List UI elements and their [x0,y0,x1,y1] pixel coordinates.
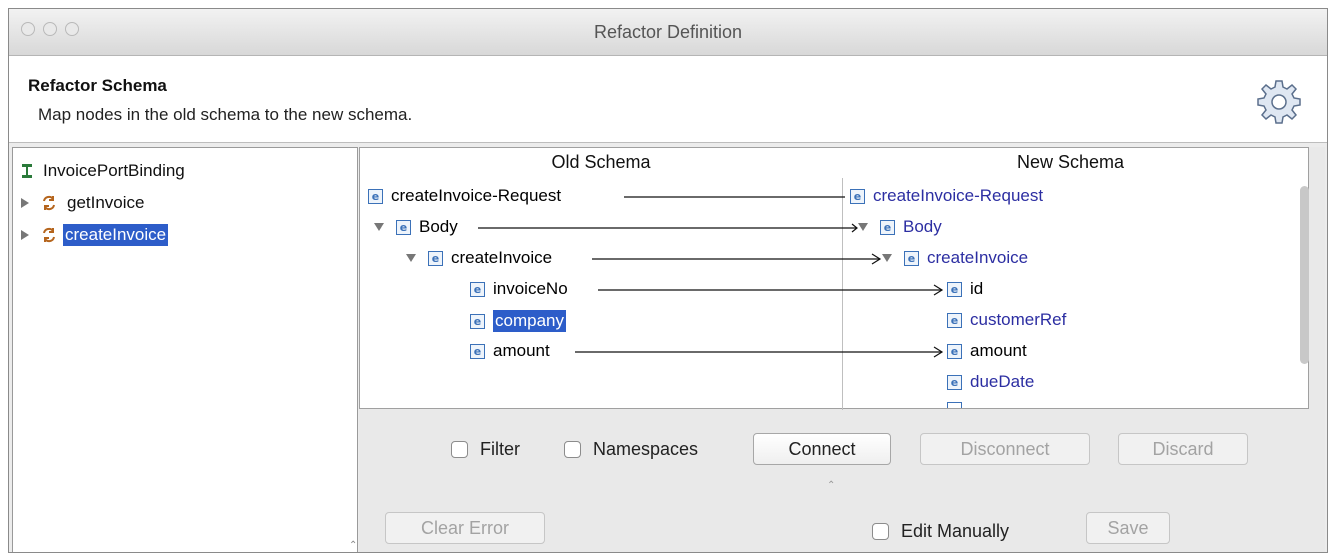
tree-item-label-selected: createInvoice [63,224,169,246]
partially-hidden-node [947,402,1247,408]
edit-manually-checkbox[interactable]: Edit Manually [872,521,1009,542]
old-node-invoiceno[interactable]: e invoiceNo [470,279,568,299]
operation-icon [43,227,55,243]
checkbox-box[interactable] [451,441,468,458]
old-node-createinvoice-request[interactable]: e createInvoice-Request [368,186,561,206]
old-node-label: Body [419,217,458,236]
element-icon: e [947,343,962,359]
schema-mapping-panel: Old Schema New Schema e createInvoice-Re… [359,147,1309,410]
refactor-definition-window: Refactor Definition Refactor Schema Map … [8,8,1328,553]
clear-error-button[interactable]: Clear Error [385,512,545,544]
header-subtitle: Map nodes in the old schema to the new s… [38,105,413,124]
new-node-createinvoice[interactable]: e createInvoice [882,248,1028,268]
element-icon: e [470,343,485,359]
new-node-label: createInvoice [927,248,1029,267]
old-node-body[interactable]: e Body [374,217,458,237]
save-button[interactable]: Save [1086,512,1170,544]
new-node-label: amount [970,341,1027,360]
old-node-label: invoiceNo [493,279,568,298]
discard-button[interactable]: Discard [1118,433,1248,465]
new-node-label: dueDate [970,372,1035,391]
disconnect-button[interactable]: Disconnect [920,433,1090,465]
element-icon: e [947,374,962,390]
element-icon: e [470,313,485,329]
new-node-label: createInvoice-Request [873,186,1044,205]
binding-icon [22,164,32,178]
resize-handle-icon[interactable]: ⌃ [827,480,835,491]
old-node-label-selected: company [493,310,566,332]
collapse-arrow-icon[interactable] [858,223,868,231]
title-bar: Refactor Definition [9,9,1327,56]
new-node-label: Body [903,217,942,236]
checkbox-box[interactable] [872,523,889,540]
tree-item-createinvoice[interactable]: createInvoice [21,220,169,250]
new-node-body[interactable]: e Body [858,217,942,237]
tree-root[interactable]: InvoicePortBinding [21,156,185,186]
expand-arrow-icon[interactable] [21,230,29,240]
old-node-amount[interactable]: e amount [470,341,550,361]
new-node-label: customerRef [970,310,1067,329]
new-node-amount[interactable]: e amount [947,341,1027,361]
old-node-label: createInvoice-Request [391,186,562,205]
expand-arrow-icon[interactable] [21,198,29,208]
collapse-arrow-icon[interactable] [406,254,416,262]
old-node-company[interactable]: e company [470,310,566,332]
collapse-arrow-icon[interactable] [374,223,384,231]
new-node-duedate[interactable]: e dueDate [947,372,1034,392]
element-icon: e [880,219,895,235]
element-icon: e [947,312,962,328]
element-icon: e [850,188,865,204]
old-node-createinvoice[interactable]: e createInvoice [406,248,552,268]
new-node-customerref[interactable]: e customerRef [947,310,1066,330]
namespaces-label: Namespaces [593,439,699,459]
new-node-createinvoice-request[interactable]: e createInvoice-Request [850,186,1043,206]
resize-handle-icon[interactable]: ⌃ [349,540,357,551]
vertical-scrollbar[interactable] [1300,186,1309,364]
dialog-header: Refactor Schema Map nodes in the old sch… [9,56,1327,143]
header-title: Refactor Schema [28,76,167,95]
old-node-label: amount [493,341,550,360]
filter-checkbox[interactable]: Filter [451,439,520,460]
tree-item-getinvoice[interactable]: getInvoice [21,188,145,218]
edit-manually-label: Edit Manually [901,521,1010,541]
old-node-label: createInvoice [451,248,553,267]
tree-item-label: getInvoice [67,193,145,212]
collapse-arrow-icon[interactable] [882,254,892,262]
element-icon: e [904,250,919,266]
window-title: Refactor Definition [593,22,743,42]
operation-tree-panel: InvoicePortBinding getInvoice createInvo… [12,147,358,552]
checkbox-box[interactable] [564,441,581,458]
operation-icon [43,195,55,211]
new-node-id[interactable]: e id [947,279,983,299]
element-icon: e [368,188,383,204]
mapping-area: Old Schema New Schema e createInvoice-Re… [359,147,1325,552]
tree-root-label: InvoicePortBinding [43,161,185,180]
namespaces-checkbox[interactable]: Namespaces [564,439,698,460]
element-icon: e [470,281,485,297]
connect-button[interactable]: Connect [753,433,891,465]
filter-label: Filter [480,439,520,459]
element-icon: e [396,219,411,235]
element-icon: e [947,281,962,297]
element-icon: e [428,250,443,266]
gear-icon [1257,80,1301,124]
new-node-label: id [970,279,984,298]
